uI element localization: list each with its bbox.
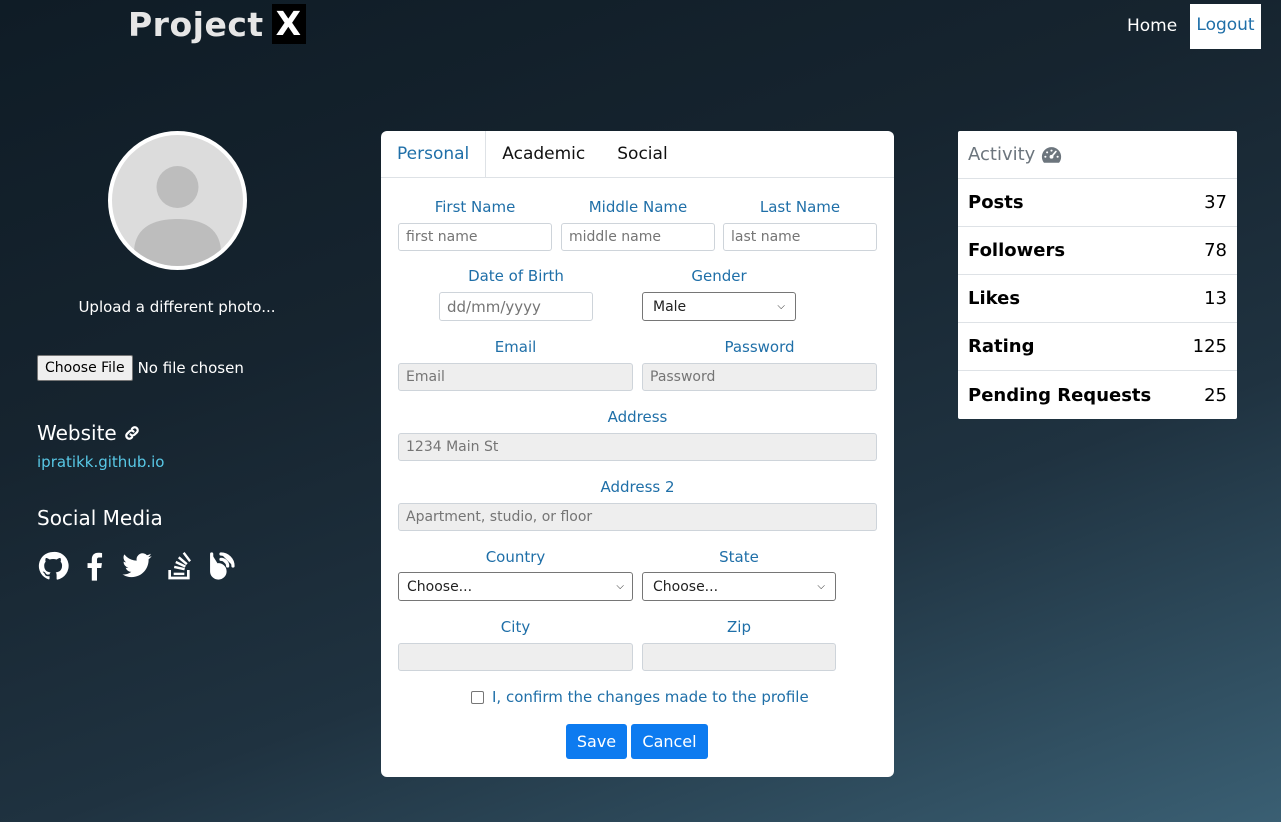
address2-label: Address 2 (600, 478, 675, 496)
confirm-checkbox-label[interactable]: I, confirm the changes made to the profi… (492, 688, 809, 706)
gauge-icon (1042, 146, 1062, 163)
activity-row-pending-requests[interactable]: Pending Requests 25 (958, 371, 1237, 419)
tab-academic[interactable]: Academic (486, 131, 601, 177)
chevron-down-icon: ⌵ (777, 301, 785, 312)
link-icon (124, 426, 139, 440)
activity-header: Activity (958, 131, 1237, 179)
avatar (108, 131, 247, 270)
country-selected-value: Choose... (407, 578, 473, 595)
activity-row-followers[interactable]: Followers 78 (958, 227, 1237, 275)
dob-label: Date of Birth (468, 267, 564, 285)
github-icon[interactable] (37, 550, 69, 582)
website-link[interactable]: ipratikk.github.io (37, 453, 164, 471)
choose-file-button[interactable]: Choose File (37, 355, 133, 381)
website-heading: Website (37, 421, 141, 445)
middle-name-input[interactable] (561, 223, 715, 251)
file-status-text: No file chosen (137, 359, 244, 377)
default-user-icon (134, 166, 221, 266)
social-media-heading: Social Media (37, 506, 163, 530)
gender-select[interactable]: Male ⌵ (642, 292, 796, 321)
email-label: Email (494, 338, 537, 356)
activity-row-posts[interactable]: Posts 37 (958, 179, 1237, 227)
password-input[interactable] (642, 363, 877, 391)
country-select[interactable]: Choose... ⌵ (398, 572, 633, 601)
email-input[interactable] (398, 363, 633, 391)
first-name-label: First Name (434, 198, 516, 216)
activity-row-value: 78 (1204, 240, 1227, 261)
activity-row-value: 125 (1192, 336, 1227, 357)
activity-title: Activity (968, 144, 1036, 165)
state-label: State (719, 548, 759, 566)
file-input[interactable]: Choose File No file chosen (37, 355, 244, 381)
city-label: City (500, 618, 531, 636)
password-label: Password (724, 338, 795, 356)
address-label: Address (607, 408, 668, 426)
gender-label: Gender (691, 267, 747, 285)
activity-row-label: Followers (968, 240, 1066, 261)
facebook-icon[interactable] (79, 550, 111, 582)
activity-row-label: Rating (968, 336, 1035, 357)
middle-name-label: Middle Name (588, 198, 688, 216)
activity-row-value: 13 (1204, 288, 1227, 309)
profile-form-card: Personal Academic Social First Name Midd… (381, 131, 894, 777)
upload-photo-text: Upload a different photo... (78, 298, 276, 316)
confirm-changes-row: I, confirm the changes made to the profi… (471, 688, 809, 706)
chevron-down-icon: ⌵ (616, 581, 624, 592)
first-name-input[interactable] (398, 223, 552, 251)
twitter-icon[interactable] (121, 550, 153, 582)
confirm-checkbox[interactable] (471, 690, 484, 704)
last-name-label: Last Name (759, 198, 841, 216)
state-select[interactable]: Choose... ⌵ (642, 572, 836, 601)
blogger-icon[interactable] (205, 550, 237, 582)
activity-row-value: 25 (1204, 384, 1227, 406)
activity-row-label: Posts (968, 192, 1024, 213)
stackoverflow-icon[interactable] (163, 550, 195, 582)
tab-personal[interactable]: Personal (381, 131, 487, 177)
country-label: Country (485, 548, 546, 566)
gender-selected-value: Male (653, 298, 687, 315)
activity-row-likes[interactable]: Likes 13 (958, 275, 1237, 323)
cancel-button[interactable]: Cancel (631, 724, 708, 759)
save-button[interactable]: Save (566, 724, 627, 759)
profile-tabs: Personal Academic Social (381, 131, 894, 178)
tab-social[interactable]: Social (601, 131, 683, 177)
social-icons (37, 550, 247, 582)
address2-input[interactable] (398, 503, 877, 531)
activity-row-value: 37 (1204, 192, 1227, 213)
nav-home-link[interactable]: Home (1127, 16, 1177, 36)
chevron-down-icon: ⌵ (817, 581, 825, 592)
zip-input[interactable] (642, 643, 836, 671)
dob-input[interactable] (439, 292, 593, 321)
logout-button[interactable]: Logout (1190, 4, 1261, 49)
brand-x-mark: X (271, 4, 306, 44)
address-input[interactable] (398, 433, 877, 461)
state-selected-value: Choose... (653, 578, 719, 595)
last-name-input[interactable] (723, 223, 877, 251)
city-input[interactable] (398, 643, 633, 671)
zip-label: Zip (727, 618, 751, 636)
activity-row-label: Likes (968, 288, 1021, 309)
activity-row-label: Pending Requests (968, 384, 1152, 406)
website-heading-label: Website (37, 421, 117, 445)
activity-row-rating[interactable]: Rating 125 (958, 323, 1237, 371)
brand-logo[interactable]: Project X (128, 4, 306, 44)
activity-panel: Activity Posts 37 Followers 78 Likes 13 … (958, 131, 1237, 419)
brand-name: Project (128, 4, 264, 44)
